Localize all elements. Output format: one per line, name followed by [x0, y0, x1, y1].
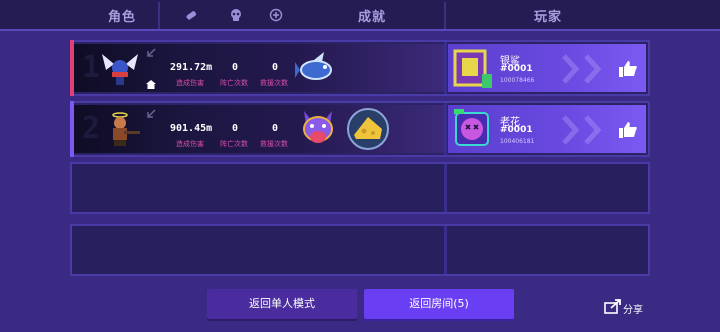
table-row-empty — [70, 162, 650, 214]
player-cell: 银鲨 #0001 100078466 — [448, 44, 646, 92]
arrow-icon — [147, 109, 156, 118]
damage-value: 291.72m — [170, 62, 213, 73]
player-id: 100406181 — [500, 138, 535, 145]
fish-badge-icon — [295, 52, 332, 80]
chevron-right-icon — [584, 115, 602, 145]
header-role: 角色 — [108, 10, 137, 25]
character-avatar — [112, 112, 140, 146]
player-tag: #0001 — [500, 125, 533, 135]
role-stats-cell: 2 901.45m 造成伤害 0 阵亡次数 0 救援次数 — [74, 105, 444, 153]
cheese-badge-icon — [347, 108, 389, 150]
role-stats-cell: 1 291.72m 造成伤害 0 阵亡次数 0 救援次数 — [74, 44, 444, 92]
header-player: 玩家 — [534, 10, 563, 25]
deaths-value: 0 — [232, 62, 239, 73]
row-divider — [444, 164, 447, 212]
deaths-label: 阵亡次数 — [220, 140, 248, 148]
share-icon — [604, 299, 621, 314]
table-row: 2 901.45m 造成伤害 0 阵亡次数 0 救援次数 老花 #0001 10… — [70, 101, 650, 157]
arrow-icon — [147, 48, 156, 57]
results-panel: 1 291.72m 造成伤害 0 阵亡次数 0 救援次数 银鲨 #0001 10… — [70, 36, 650, 278]
share-label: 分享 — [623, 305, 643, 316]
table-row: 1 291.72m 造成伤害 0 阵亡次数 0 救援次数 银鲨 #0001 10… — [70, 40, 650, 96]
deaths-label: 阵亡次数 — [220, 79, 248, 87]
player-id: 100078466 — [500, 77, 535, 84]
return-room-button[interactable]: 返回房间(5) — [364, 289, 514, 319]
damage-value: 901.45m — [170, 123, 213, 134]
revives-value: 0 — [272, 123, 279, 134]
skull-icon — [231, 9, 241, 21]
header-achievement: 成就 — [358, 10, 387, 25]
table-row-empty — [70, 224, 650, 276]
row-divider — [444, 226, 447, 274]
revives-value: 0 — [272, 62, 279, 73]
player-avatar — [454, 109, 489, 146]
player-tag: #0001 — [500, 64, 533, 74]
return-single-mode-button[interactable]: 返回单人模式 — [207, 289, 357, 319]
bandage-icon — [186, 11, 197, 20]
row-divider — [444, 103, 447, 155]
wolf-badge-icon — [303, 111, 333, 143]
chevron-right-icon — [584, 54, 602, 84]
plus-circle-icon — [269, 8, 283, 22]
character-avatar — [102, 54, 138, 85]
row-divider — [444, 42, 447, 94]
deaths-value: 0 — [232, 123, 239, 134]
revives-label: 救援次数 — [260, 140, 288, 148]
thumbs-up-icon[interactable] — [619, 121, 637, 138]
thumbs-up-icon[interactable] — [619, 60, 637, 77]
chevron-right-icon — [562, 54, 580, 84]
leaderboard-header: 角色 成就 玩家 — [0, 0, 720, 31]
header-divider — [158, 2, 160, 29]
player-cell: 老花 #0001 100406181 — [448, 105, 646, 153]
damage-label: 造成伤害 — [176, 79, 204, 87]
player-avatar — [453, 49, 492, 88]
home-icon — [146, 80, 156, 89]
revives-label: 救援次数 — [260, 79, 288, 87]
chevron-right-icon — [562, 115, 580, 145]
header-divider — [444, 2, 446, 29]
damage-label: 造成伤害 — [176, 140, 204, 148]
